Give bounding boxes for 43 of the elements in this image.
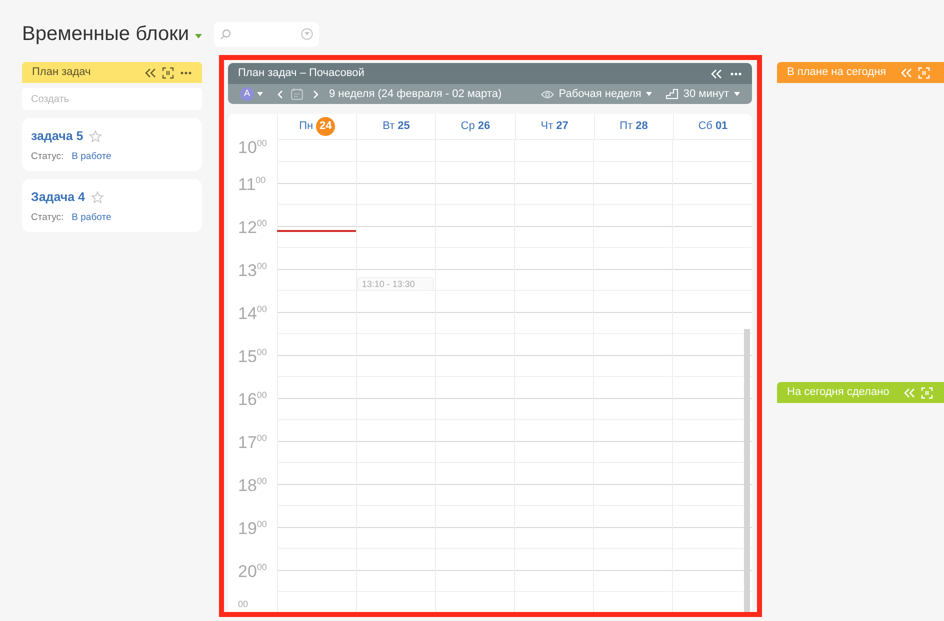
caret-icon: [646, 92, 652, 96]
day-header[interactable]: Чт 27: [514, 114, 594, 139]
user-dropdown[interactable]: A: [240, 87, 263, 101]
day-header[interactable]: Пн 24: [277, 114, 356, 139]
status-label: Статус:: [31, 210, 64, 225]
create-field[interactable]: Создать: [22, 88, 202, 110]
day-header[interactable]: Пт 28: [594, 114, 673, 139]
day-header[interactable]: Сб 01: [672, 114, 752, 139]
star-icon[interactable]: [91, 190, 104, 204]
column-title: План задач: [32, 65, 91, 80]
filter-icon[interactable]: [301, 28, 314, 40]
collapse-icon[interactable]: [144, 66, 156, 78]
column-title: На сегодня сделано: [787, 385, 890, 400]
task-card[interactable]: задача 5 Статус: В работе: [22, 118, 202, 171]
panel-title: План задач – Почасовой: [238, 66, 364, 82]
status-value[interactable]: В работе: [72, 210, 112, 225]
day-header[interactable]: Вт 25: [356, 114, 436, 139]
view-dropdown[interactable]: Рабочая неделя: [540, 86, 652, 102]
caret-icon: [257, 92, 263, 96]
caret-icon: [734, 92, 740, 96]
search-field[interactable]: [214, 22, 320, 46]
caret-icon[interactable]: [195, 34, 202, 38]
status-value[interactable]: В работе: [72, 150, 112, 164]
star-icon[interactable]: [89, 130, 102, 143]
search-icon: [220, 28, 232, 40]
calendar-icon[interactable]: [291, 88, 303, 100]
previous-icon[interactable]: [277, 90, 283, 98]
hour-label: 00: [238, 599, 248, 609]
task-card[interactable]: Задача 4 Статус: В работе: [22, 179, 202, 232]
focus-icon[interactable]: [162, 66, 174, 78]
scrollbar[interactable]: [744, 329, 750, 612]
task-title[interactable]: Задача 4: [31, 188, 85, 207]
page-title: Временные блоки: [22, 22, 190, 47]
user-avatar: A: [240, 87, 254, 101]
column-title: В плане на сегодня: [787, 65, 886, 80]
step-dropdown[interactable]: 30 минут: [666, 86, 740, 102]
week-period: 9 неделя (24 февраля - 02 марта): [329, 86, 502, 102]
day-header[interactable]: Ср 26: [435, 114, 515, 139]
next-icon[interactable]: [313, 90, 319, 98]
status-label: Статус:: [31, 150, 64, 164]
eye-icon: [540, 90, 554, 98]
steps-icon: [666, 89, 678, 99]
task-title[interactable]: задача 5: [31, 127, 84, 146]
